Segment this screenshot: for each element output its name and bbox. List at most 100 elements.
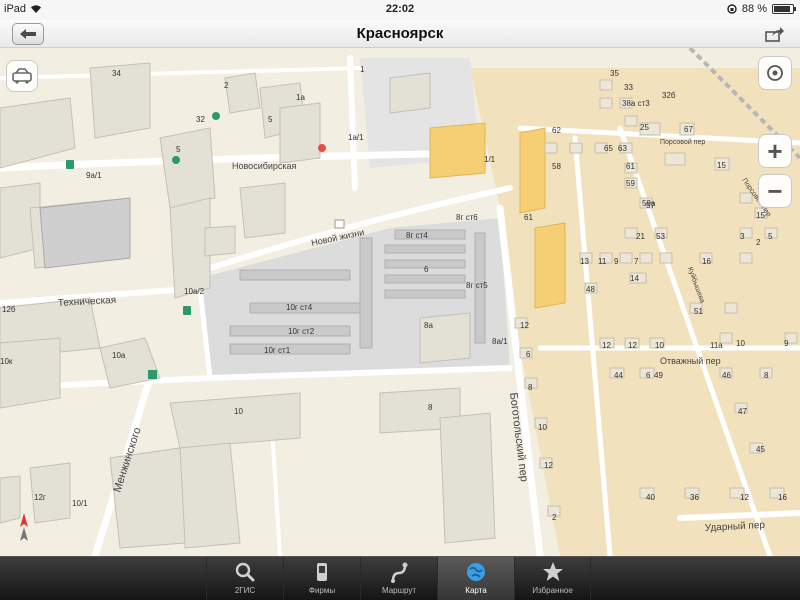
map-view[interactable]: Новосибирская Новой жизни Техническая Ме… xyxy=(0,48,800,556)
street-label-porsovoy: Порсовой пер xyxy=(660,138,705,146)
building-number-label: 2 xyxy=(552,513,557,522)
building-number-label: 65 xyxy=(604,144,613,153)
globe-icon xyxy=(467,563,485,581)
tab-label: Избранное xyxy=(532,586,573,595)
building-number-label: 8а/1 xyxy=(492,337,508,346)
tab-2gis[interactable]: 2ГИС xyxy=(206,557,283,600)
shop-icon xyxy=(172,156,180,164)
building-number-label: 10г ст1 xyxy=(264,346,291,355)
tab-map[interactable]: Карта xyxy=(437,557,514,600)
share-button[interactable] xyxy=(764,24,786,44)
building-number-label: 8а xyxy=(424,321,433,330)
building-number-label: 34 xyxy=(112,69,121,78)
star-icon xyxy=(542,562,563,581)
building-number-label: 10г ст2 xyxy=(288,327,315,336)
building-number-label: 11 xyxy=(598,257,607,266)
building-number-label: 9 xyxy=(784,339,789,348)
building-number-label: 1 xyxy=(360,65,365,74)
metro-icon xyxy=(212,112,220,120)
building-number-label: 8 xyxy=(764,371,769,380)
tab-label: 2ГИС xyxy=(234,586,256,595)
tab-route[interactable]: Маршрут xyxy=(360,557,437,600)
building-number-label: 7 xyxy=(634,257,639,266)
building-number-label: 53 xyxy=(656,232,665,241)
street-label-otvazhny: Отважный пер xyxy=(660,356,721,366)
building-number-label: 40 xyxy=(646,493,655,502)
app-window: iPad 22:02 88 % Красноярск Новосибирская… xyxy=(0,0,800,600)
building-number-label: 12 xyxy=(602,341,611,350)
battery-icon xyxy=(772,4,796,14)
building-number-label: 8 xyxy=(428,403,433,412)
building-number-label: 61 xyxy=(524,213,533,222)
building-number-label: 13 xyxy=(580,257,589,266)
building-number-label: 67 xyxy=(684,125,693,134)
building-number-label: 2 xyxy=(756,238,761,247)
tab-bar: 2ГИС Фирмы Маршрут Карта Избранное xyxy=(0,556,800,600)
building-number-label: 1/1 xyxy=(484,155,496,164)
share-icon xyxy=(765,27,784,42)
building-number-label: 12 xyxy=(520,321,529,330)
traffic-button[interactable] xyxy=(6,60,38,92)
building-number-label: 12 xyxy=(544,461,553,470)
building-number-label: 6 xyxy=(526,350,531,359)
building-number-label: 9а/1 xyxy=(86,171,102,180)
building-number-label: 62 xyxy=(552,126,561,135)
tab-label: Фирмы xyxy=(308,586,336,595)
building-number-label: 10а xyxy=(112,351,126,360)
building-number-label: 44 xyxy=(614,371,623,380)
street-label-novosibirskaya: Новосибирская xyxy=(232,161,297,171)
building-number-label: 16 xyxy=(778,493,787,502)
building-number-label: 1а/1 xyxy=(348,133,364,142)
building-number-label: 11а xyxy=(710,341,723,350)
building-number-label: 5 xyxy=(268,115,273,124)
building-number-label: 49 xyxy=(654,371,663,380)
building-number-label: 25 xyxy=(640,123,649,132)
building-number-label: 3 xyxy=(740,232,745,241)
building-number-label: 57 xyxy=(646,201,655,210)
hospital-icon xyxy=(318,144,326,152)
battery-fill xyxy=(774,6,790,12)
tab-favorites[interactable]: Избранное xyxy=(514,557,591,600)
building-number-label: 15 xyxy=(717,161,726,170)
building-number-label: 8 xyxy=(528,383,533,392)
building-number-label: 21 xyxy=(636,232,645,241)
building-number-label: 10к xyxy=(0,357,13,366)
building-number-label: 63 xyxy=(618,144,627,153)
building-number-label: 12б xyxy=(2,305,16,314)
building-number-label: 38а ст3 xyxy=(622,99,650,108)
warehouse-building xyxy=(39,197,131,269)
building-number-label: 8г ст5 xyxy=(466,281,488,290)
lock-rotation-icon xyxy=(727,4,737,14)
status-bar: iPad 22:02 88 % xyxy=(0,0,800,20)
building-number-label: 46 xyxy=(722,371,731,380)
battery-percent: 88 % xyxy=(741,3,767,15)
nav-bar: Красноярск xyxy=(0,20,800,48)
map-canvas[interactable]: Новосибирская Новой жизни Техническая Ме… xyxy=(0,48,800,556)
locate-button[interactable] xyxy=(758,56,792,90)
building-number-label: 58 xyxy=(552,162,561,171)
building-number-label: 35 xyxy=(610,69,619,78)
school-icon xyxy=(148,370,157,379)
building-number-label: 6 xyxy=(424,265,429,274)
building-number-label: 47 xyxy=(738,407,747,416)
building-number-label: 14 xyxy=(630,274,639,283)
status-right: 88 % xyxy=(727,3,796,15)
zoom-in-button[interactable]: + xyxy=(758,134,792,168)
tab-firms[interactable]: Фирмы xyxy=(283,557,360,600)
building-number-label: 12 xyxy=(628,341,637,350)
building-number-label: 48 xyxy=(586,285,595,294)
building-number-label: 32 xyxy=(196,115,205,124)
building-number-label: 10а/2 xyxy=(184,287,205,296)
building-number-label: 61 xyxy=(626,162,635,171)
building-number-label: 12 xyxy=(740,493,749,502)
building-number-label: 45 xyxy=(756,445,765,454)
status-time: 22:02 xyxy=(385,3,415,15)
building-number-label: 15 xyxy=(756,211,765,220)
building-number-label: 59 xyxy=(626,179,635,188)
building-number-label: 6 xyxy=(646,371,651,380)
tab-label: Карта xyxy=(465,586,487,595)
building-number-label: 32б xyxy=(662,91,676,100)
building-number-label: 36 xyxy=(690,493,699,502)
building-number-label: 16 xyxy=(702,257,711,266)
zoom-out-button[interactable]: − xyxy=(758,174,792,208)
